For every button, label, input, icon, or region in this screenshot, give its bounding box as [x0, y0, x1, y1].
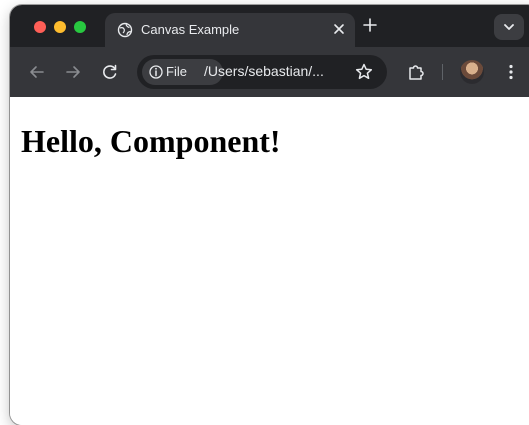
- puzzle-icon[interactable]: [405, 61, 427, 83]
- arrow-right-icon[interactable]: [62, 61, 84, 83]
- toolbar: File /Users/sebastian/...: [10, 47, 529, 97]
- info-icon: [148, 64, 164, 80]
- avatar[interactable]: [460, 60, 484, 84]
- plus-icon[interactable]: [360, 15, 380, 35]
- kebab-menu-icon[interactable]: [500, 61, 522, 83]
- address-bar[interactable]: File /Users/sebastian/...: [137, 55, 387, 89]
- url-text[interactable]: /Users/sebastian/...: [204, 63, 324, 79]
- browser-window: Canvas Example File /Users/sebastian/...…: [10, 5, 529, 425]
- close-window-button[interactable]: [34, 21, 46, 33]
- page-content: Hello, Component!: [10, 97, 529, 425]
- tab-strip: Canvas Example: [10, 5, 529, 47]
- tab-canvas-example[interactable]: Canvas Example: [105, 13, 355, 47]
- tab-title: Canvas Example: [141, 22, 240, 37]
- arrow-left-icon[interactable]: [26, 61, 48, 83]
- chevron-down-icon: [504, 24, 514, 30]
- tab-search-button[interactable]: [494, 14, 524, 40]
- star-icon[interactable]: [353, 61, 375, 83]
- minimize-window-button[interactable]: [54, 21, 66, 33]
- toolbar-divider: [442, 64, 443, 80]
- page-heading: Hello, Component!: [21, 123, 281, 159]
- reload-icon[interactable]: [99, 61, 121, 83]
- zoom-window-button[interactable]: [74, 21, 86, 33]
- close-icon[interactable]: [329, 19, 349, 39]
- site-chip-label: File: [166, 64, 187, 79]
- globe-icon: [117, 22, 133, 38]
